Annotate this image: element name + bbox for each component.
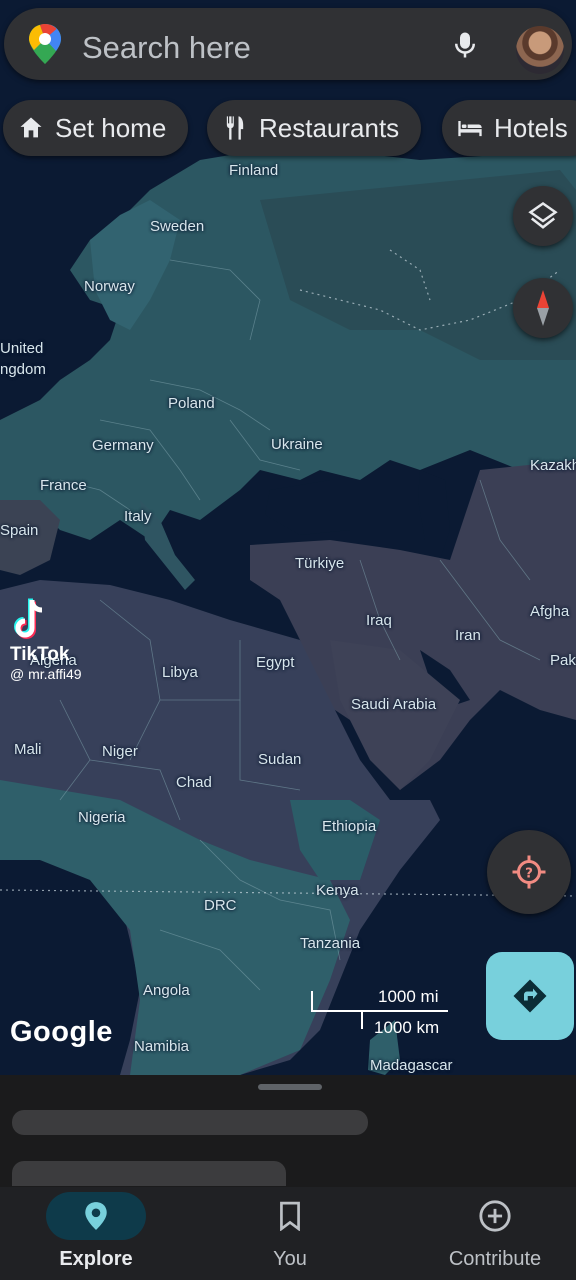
nav-icon-wrap	[240, 1192, 340, 1240]
nav-contribute[interactable]: Contribute	[399, 1187, 576, 1280]
mic-icon[interactable]	[450, 30, 480, 60]
nav-icon-wrap	[46, 1192, 146, 1240]
svg-text:?: ?	[525, 865, 533, 881]
tiktok-name: TikTok	[10, 644, 70, 665]
location-pin-icon	[85, 1202, 107, 1230]
directions-icon	[513, 979, 547, 1013]
crosshair-icon: ?	[512, 855, 546, 889]
nav-explore[interactable]: Explore	[0, 1187, 192, 1280]
plus-circle-icon	[479, 1200, 511, 1232]
country-label[interactable]: Chad	[176, 774, 212, 791]
loading-placeholder	[12, 1161, 286, 1186]
country-label[interactable]: Angola	[143, 982, 190, 999]
country-label[interactable]: Ukraine	[271, 436, 323, 453]
map-canvas[interactable]: Finland Sweden Norway United ngdom Poland Germ…	[0, 0, 576, 1075]
country-label[interactable]: Mali	[14, 741, 42, 758]
bottom-sheet[interactable]	[0, 1075, 576, 1187]
country-label[interactable]: Namibia	[134, 1038, 189, 1055]
map-terrain	[0, 0, 576, 1075]
compass-button[interactable]	[513, 278, 573, 338]
loading-placeholder	[12, 1110, 368, 1135]
country-label[interactable]: Kenya	[316, 882, 359, 899]
google-maps-logo-icon	[29, 24, 61, 64]
scale-bar: 1000 mi 1000 km	[308, 985, 458, 1045]
bookmark-icon	[280, 1201, 300, 1231]
country-label[interactable]: Madagascar	[370, 1057, 453, 1074]
country-label[interactable]: Kazakh	[530, 457, 576, 474]
search-input[interactable]: Search here	[82, 30, 251, 66]
chip-label: Hotels	[494, 112, 568, 143]
home-icon	[20, 117, 42, 138]
country-label[interactable]: France	[40, 477, 87, 494]
country-label[interactable]: Poland	[168, 395, 215, 412]
country-label[interactable]: Nigeria	[78, 809, 126, 826]
country-label[interactable]: Sudan	[258, 751, 301, 768]
compass-icon	[537, 290, 549, 326]
country-label[interactable]: Norway	[84, 278, 135, 295]
chip-label: Set home	[55, 112, 167, 143]
tiktok-handle: @ mr.affi49	[10, 666, 82, 682]
nav-icon-wrap	[445, 1192, 545, 1240]
country-label[interactable]: Ethiopia	[322, 818, 376, 835]
country-label[interactable]: ngdom	[0, 361, 46, 378]
directions-button[interactable]	[486, 952, 574, 1040]
nav-you[interactable]: You	[194, 1187, 386, 1280]
country-label[interactable]: Sweden	[150, 218, 204, 235]
country-label[interactable]: Niger	[102, 743, 138, 760]
layers-icon	[528, 201, 558, 229]
scale-miles: 1000 mi	[378, 987, 439, 1006]
fork-knife-icon	[226, 116, 244, 140]
chip-restaurants[interactable]: Restaurants	[207, 100, 422, 156]
country-label[interactable]: Türkiye	[295, 555, 344, 572]
bottom-navigation: Explore You Contribute	[0, 1187, 576, 1280]
layers-button[interactable]	[513, 186, 573, 246]
country-label[interactable]: Tanzania	[300, 935, 360, 952]
chip-label: Restaurants	[259, 112, 400, 143]
my-location-button[interactable]: ?	[487, 830, 571, 914]
nav-label: You	[273, 1248, 307, 1270]
country-label[interactable]: Germany	[92, 437, 154, 454]
drag-handle[interactable]	[258, 1084, 322, 1090]
nav-label: Contribute	[448, 1248, 542, 1270]
country-label[interactable]: Finland	[229, 162, 278, 179]
nav-label: Explore	[59, 1248, 133, 1270]
country-label[interactable]: Saudi Arabia	[351, 696, 436, 713]
google-attribution: Google	[10, 1016, 113, 1048]
tiktok-watermark: TikTok @ mr.affi49	[10, 598, 82, 682]
country-label[interactable]: Pak	[550, 652, 576, 669]
scale-kilometers: 1000 km	[374, 1018, 440, 1037]
chip-set-home[interactable]: Set home	[3, 100, 189, 156]
chip-hotels[interactable]: Hotels	[442, 100, 576, 156]
country-label[interactable]: Afgha	[530, 603, 569, 620]
country-label[interactable]: Egypt	[256, 654, 294, 671]
search-bar[interactable]: Search here	[4, 8, 572, 80]
bed-icon	[458, 121, 482, 137]
country-label[interactable]: DRC	[204, 897, 237, 914]
country-label[interactable]: Libya	[162, 664, 198, 681]
country-label[interactable]: Spain	[0, 522, 38, 539]
country-label[interactable]: Italy	[124, 508, 152, 525]
tiktok-logo-icon	[13, 598, 43, 640]
country-label[interactable]: Iraq	[366, 612, 392, 629]
country-label[interactable]: Iran	[455, 627, 481, 644]
avatar[interactable]	[516, 26, 564, 74]
country-label[interactable]: United	[0, 340, 43, 357]
